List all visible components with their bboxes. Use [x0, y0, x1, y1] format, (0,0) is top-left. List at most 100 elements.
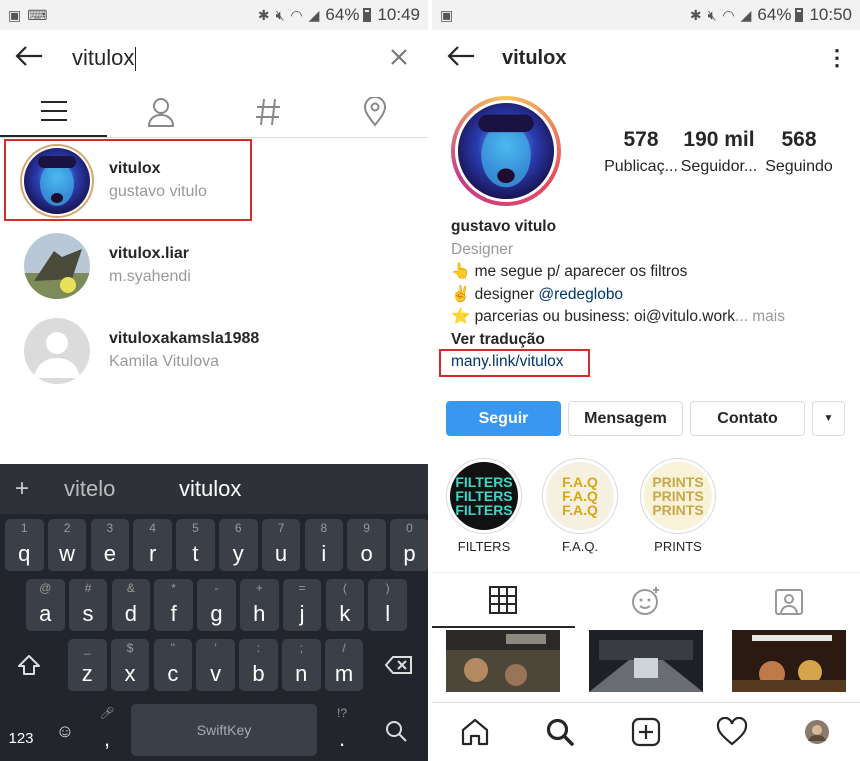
post-thumbnail[interactable]	[732, 630, 846, 692]
key-d[interactable]: & d	[111, 579, 151, 631]
key-x[interactable]: $ x	[110, 639, 150, 691]
post-thumbnail[interactable]	[589, 630, 703, 692]
key-j[interactable]: = j	[282, 579, 322, 631]
dropdown-button[interactable]: ▼	[812, 401, 845, 436]
key-label: n	[295, 661, 308, 686]
profile-avatar-icon	[805, 720, 830, 744]
highlight-faq[interactable]: F.A.Q F.A.Q F.A.Q F.A.Q.	[542, 458, 618, 554]
bluetooth-icon: ✱	[689, 6, 702, 23]
search-results: vitulox gustavo vitulo vitulox.liar m.sy…	[0, 138, 428, 393]
clear-icon[interactable]	[384, 42, 414, 74]
key-label: q	[18, 541, 31, 566]
comma-key[interactable]: 🎤︎,	[88, 704, 126, 756]
key-label: b	[252, 661, 265, 686]
key-c[interactable]: " c	[153, 639, 193, 691]
grid-icon	[489, 585, 518, 614]
key-label: z	[81, 661, 93, 686]
follow-button[interactable]: Seguir	[446, 401, 561, 436]
tab-effects[interactable]	[575, 573, 718, 628]
backspace-key[interactable]	[378, 639, 420, 691]
key-hint: 4	[149, 521, 156, 535]
key-label: e	[103, 541, 116, 566]
post-thumbnail[interactable]	[446, 630, 560, 692]
key-p[interactable]: 0p	[390, 519, 428, 571]
search-input[interactable]: vitulox	[64, 45, 384, 71]
search-screen: ▣ ⌨ ✱ 🔇︎ ◠ ◢ 64% 10:49 vitulox vitulox g…	[0, 0, 428, 761]
key-h[interactable]: + h	[240, 579, 279, 631]
list-item[interactable]: vitulox.liar m.syahendi	[0, 223, 428, 308]
key-label: c	[167, 661, 179, 686]
emoji-key[interactable]: ☺	[44, 704, 86, 756]
period-key[interactable]: !?.	[322, 704, 362, 756]
back-arrow-icon[interactable]	[446, 41, 502, 75]
key-label: .	[338, 726, 346, 751]
key-w[interactable]: 2w	[47, 519, 87, 571]
key-hint: _	[83, 641, 91, 655]
search-key[interactable]	[372, 704, 420, 756]
tab-accounts[interactable]	[107, 86, 214, 137]
tab-tagged[interactable]	[717, 573, 860, 628]
full-name: gustavo vitulo	[451, 218, 557, 235]
mention-link[interactable]: @redeglobo	[538, 286, 623, 303]
nav-activity[interactable]	[689, 703, 775, 761]
key-r[interactable]: 4r	[133, 519, 172, 571]
nav-home[interactable]	[432, 703, 518, 761]
plus-icon[interactable]: +	[0, 475, 44, 503]
key-n[interactable]: ; n	[282, 639, 321, 691]
stat-following[interactable]: 568 Seguindo	[754, 128, 844, 176]
tab-top[interactable]	[0, 86, 107, 137]
key-l[interactable]: ) l	[368, 579, 407, 631]
heart-icon	[716, 717, 747, 746]
add-post-icon	[631, 717, 661, 747]
suggestion-1[interactable]: vitelo	[44, 476, 159, 502]
list-item[interactable]: vituloxakamsla1988 Kamila Vitulova	[0, 308, 428, 393]
stat-posts[interactable]: 578 Publicaç...	[596, 128, 686, 176]
nav-search[interactable]	[518, 703, 604, 761]
nav-profile[interactable]	[774, 703, 860, 761]
key-i[interactable]: 8i	[304, 519, 344, 571]
nav-new-post[interactable]	[603, 703, 689, 761]
key-o[interactable]: 9o	[347, 519, 386, 571]
numbers-key[interactable]: 123	[0, 704, 42, 756]
key-g[interactable]: -g	[197, 579, 236, 631]
followers-count: 190 mil	[683, 128, 755, 151]
tab-grid[interactable]	[432, 573, 575, 628]
key-t[interactable]: 5t	[176, 519, 215, 571]
highlight-prints[interactable]: PRINTS PRINTS PRINTS PRINTS	[640, 458, 716, 554]
key-z[interactable]: _ z	[68, 639, 107, 691]
message-button[interactable]: Mensagem	[568, 401, 683, 436]
key-v[interactable]: ' v	[196, 639, 235, 691]
highlight-filters[interactable]: FILTERS FILTERS FILTERS FILTERS	[446, 458, 522, 554]
key-s[interactable]: # s	[68, 579, 108, 631]
key-f[interactable]: * f	[154, 579, 193, 631]
chevron-down-icon: ▼	[823, 413, 834, 424]
key-k[interactable]: (k	[325, 579, 365, 631]
key-a[interactable]: @ a	[26, 579, 65, 631]
key-e[interactable]: 3e	[90, 519, 130, 571]
hashtag-icon	[255, 98, 280, 125]
profile-avatar[interactable]	[451, 96, 561, 206]
tab-tags[interactable]	[214, 86, 321, 137]
key-b[interactable]: :b	[239, 639, 278, 691]
highlight-art-text: F.A.Q	[562, 474, 598, 490]
key-q[interactable]: 1q	[5, 519, 44, 571]
space-key[interactable]: SwiftKey	[131, 704, 317, 756]
default-avatar-icon	[24, 317, 90, 384]
translate-link[interactable]: Ver tradução	[451, 329, 851, 352]
more-options-icon[interactable]: ⋮	[826, 45, 848, 71]
stat-followers[interactable]: 190 mil Seguidor...	[674, 128, 764, 176]
key-u[interactable]: 7u	[261, 519, 301, 571]
key-m[interactable]: / m	[324, 639, 364, 691]
key-hint: '	[214, 641, 217, 655]
contact-button[interactable]: Contato	[690, 401, 805, 436]
highlight-art-text: F.A.Q	[562, 488, 598, 504]
shift-key[interactable]	[8, 639, 50, 691]
back-arrow-icon[interactable]	[14, 41, 64, 75]
key-y[interactable]: 6y	[219, 519, 258, 571]
more-link[interactable]: ... mais	[735, 308, 785, 325]
tab-places[interactable]	[321, 86, 428, 137]
result-fullname: m.syahendi	[109, 268, 191, 285]
key-label: h	[253, 601, 266, 626]
suggestion-2[interactable]: vitulox	[159, 476, 241, 502]
following-label: Seguindo	[765, 158, 833, 175]
